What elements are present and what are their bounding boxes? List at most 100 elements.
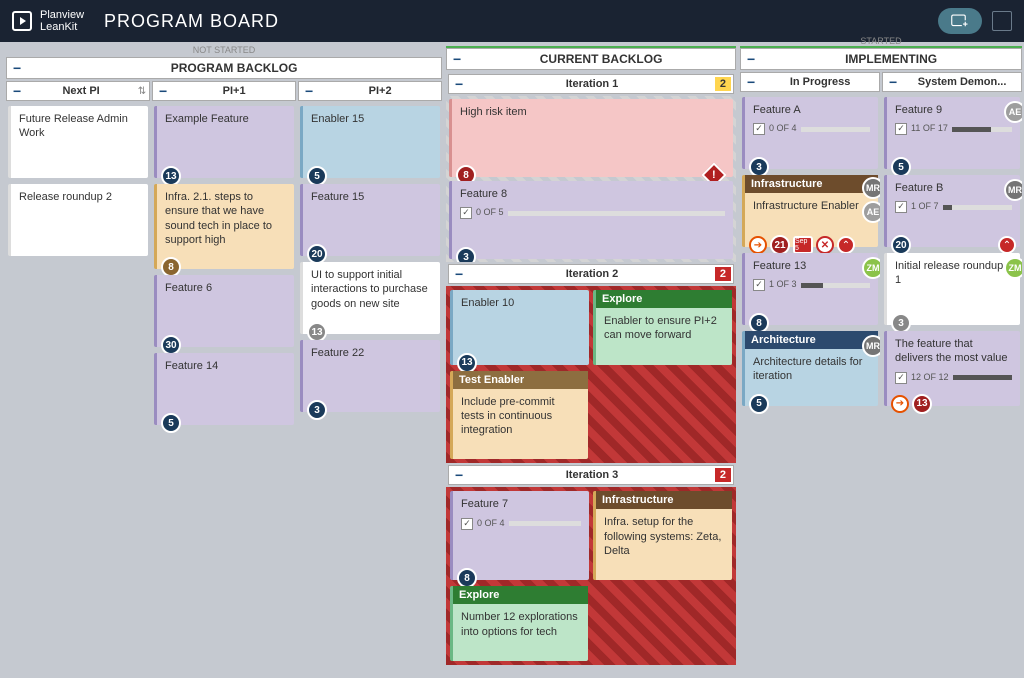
- col-header[interactable]: − System Demon...: [882, 72, 1022, 92]
- chevron-up-icon: ⌃: [837, 236, 855, 254]
- checkbox-icon: ✓: [461, 518, 473, 530]
- card-explore2[interactable]: Explore Number 12 explorations into opti…: [450, 586, 588, 661]
- col-system-demo: − System Demon... AE Feature 9 ✓11 OF 17…: [882, 72, 1022, 678]
- checkbox-icon: ✓: [895, 372, 907, 384]
- col-pi2: − PI+2 Enabler 15 5 Feature 15 20 UI to …: [298, 81, 442, 678]
- card-header: Architecture: [745, 331, 878, 349]
- card-feature9[interactable]: AE Feature 9 ✓11 OF 17 5: [884, 97, 1020, 169]
- board-title: PROGRAM BOARD: [104, 11, 279, 32]
- card-feature13[interactable]: ZM Feature 13 ✓1 OF 3 8: [742, 253, 878, 325]
- lane-implementing: STARTED − IMPLEMENTING − In Progress Fea…: [738, 46, 1024, 678]
- count-badge: 20: [891, 235, 911, 255]
- checkbox-icon: ✓: [753, 123, 765, 135]
- collapse-icon[interactable]: −: [447, 51, 467, 67]
- brand-logo[interactable]: Planview LeanKit: [12, 9, 84, 33]
- checkbox-icon: ✓: [460, 207, 472, 219]
- card-architecture[interactable]: Architecture MR Architecture details for…: [742, 331, 878, 406]
- card-high-risk[interactable]: High risk item 8 !: [449, 99, 733, 177]
- lane-status-label: STARTED: [740, 36, 1022, 48]
- stop-icon: ✕: [816, 236, 834, 254]
- lane-current-backlog: − CURRENT BACKLOG − Iteration 1 2 High r…: [444, 46, 738, 678]
- card-infra-setup[interactable]: Infrastructure Infra. setup for the foll…: [593, 491, 732, 580]
- collapse-icon[interactable]: −: [7, 60, 27, 76]
- card-initial-release[interactable]: ZM Initial release roundup 1 3: [884, 253, 1020, 325]
- chevron-up-icon: ⌃: [998, 236, 1016, 254]
- col-header[interactable]: − Next PI ⇅: [6, 81, 150, 101]
- card-infra21[interactable]: Infra. 2.1. steps to ensure that we have…: [154, 184, 294, 269]
- col-header[interactable]: − PI+2: [298, 81, 442, 101]
- count-badge: 3: [456, 247, 476, 262]
- card-enabler15[interactable]: Enabler 15 5: [300, 106, 440, 178]
- sort-icon[interactable]: ⇅: [135, 86, 149, 97]
- count-badge: 13: [161, 166, 181, 186]
- play-logo-icon: [12, 11, 32, 31]
- avatar: MR: [1004, 179, 1022, 201]
- card-infra-enabler[interactable]: Infrastructure Infrastructure Enabler MR…: [742, 175, 878, 247]
- count-badge: 13: [912, 394, 932, 414]
- col-in-progress: − In Progress Feature A ✓0 OF 4 3 Infras…: [740, 72, 880, 678]
- card-feature15[interactable]: Feature 15 20: [300, 184, 440, 256]
- card-release-roundup[interactable]: Release roundup 2: [8, 184, 148, 256]
- sublane-iter3[interactable]: − Iteration 3 2: [448, 465, 734, 485]
- collapse-icon[interactable]: −: [299, 83, 319, 99]
- card-header: Infrastructure: [745, 175, 878, 193]
- col-header[interactable]: − PI+1: [152, 81, 296, 101]
- sublane-iter1[interactable]: − Iteration 1 2: [448, 74, 734, 94]
- add-card-button[interactable]: [938, 8, 982, 34]
- count-badge: 13: [457, 353, 477, 373]
- collapse-icon[interactable]: −: [449, 266, 469, 282]
- card-ui-support[interactable]: UI to support initial interactions to pu…: [300, 262, 440, 334]
- collapse-icon[interactable]: −: [153, 83, 173, 99]
- checkbox-icon: ✓: [895, 201, 907, 213]
- lane-header-current[interactable]: − CURRENT BACKLOG: [446, 48, 736, 70]
- lane-header-implementing[interactable]: − IMPLEMENTING: [740, 48, 1022, 70]
- count-badge: 5: [161, 413, 181, 433]
- card-feature14[interactable]: Feature 14 5: [154, 353, 294, 425]
- count-badge: 3: [307, 400, 327, 420]
- card-explore[interactable]: Explore Enabler to ensure PI+2 can move …: [593, 290, 732, 365]
- collapse-icon[interactable]: −: [741, 51, 761, 67]
- brand-text: Planview LeanKit: [40, 9, 84, 33]
- collapse-icon[interactable]: −: [883, 74, 903, 90]
- count-badge: 21: [770, 235, 790, 255]
- wip-badge: 2: [715, 77, 731, 91]
- collapse-icon[interactable]: −: [449, 467, 469, 483]
- lane-status-label: NOT STARTED: [6, 45, 442, 57]
- avatar: MR: [862, 335, 880, 357]
- date-badge: Sep 5: [793, 236, 813, 254]
- checkbox-icon: ✓: [895, 123, 907, 135]
- card-feature22[interactable]: Feature 22 3: [300, 340, 440, 412]
- checkbox-icon: ✓: [753, 279, 765, 291]
- card-featureB[interactable]: MR Feature B ✓1 OF 7 20 ⌃: [884, 175, 1020, 247]
- card-featureA[interactable]: Feature A ✓0 OF 4 3: [742, 97, 878, 169]
- card-feature7[interactable]: Feature 7 ✓0 OF 4 8: [450, 491, 589, 580]
- col-next-pi: − Next PI ⇅ Future Release Admin Work Re…: [6, 81, 150, 678]
- board: NOT STARTED − PROGRAM BACKLOG − Next PI …: [0, 42, 1024, 678]
- card-feature6[interactable]: Feature 6 30: [154, 275, 294, 347]
- collapse-icon[interactable]: −: [741, 74, 761, 90]
- card-header: Infrastructure: [596, 491, 732, 509]
- card-header: Explore: [596, 290, 732, 308]
- count-badge: 3: [891, 313, 911, 333]
- card-future-release[interactable]: Future Release Admin Work: [8, 106, 148, 178]
- card-feature8[interactable]: Feature 8 ✓0 OF 5 3: [449, 181, 733, 259]
- collapse-icon[interactable]: −: [449, 76, 469, 92]
- avatar: ZM: [862, 257, 880, 279]
- card-deliver-value[interactable]: The feature that delivers the most value…: [884, 331, 1020, 406]
- col-header[interactable]: − In Progress: [740, 72, 880, 92]
- lane-program-backlog: NOT STARTED − PROGRAM BACKLOG − Next PI …: [4, 46, 444, 678]
- lane-header-backlog[interactable]: − PROGRAM BACKLOG: [6, 57, 442, 79]
- card-enabler10[interactable]: Enabler 10 13: [450, 290, 589, 365]
- card-header: Explore: [453, 586, 588, 604]
- card-header: Test Enabler: [453, 371, 588, 389]
- count-badge: 3: [749, 157, 769, 177]
- layout-icon[interactable]: [992, 11, 1012, 31]
- count-badge: 5: [307, 166, 327, 186]
- collapse-icon[interactable]: −: [7, 83, 27, 99]
- sublane-iter2[interactable]: − Iteration 2 2: [448, 264, 734, 284]
- card-test-enabler[interactable]: Test Enabler Include pre-commit tests in…: [450, 371, 588, 460]
- count-badge: 5: [749, 394, 769, 414]
- avatar: AE: [862, 201, 880, 223]
- card-example-feature[interactable]: Example Feature 13: [154, 106, 294, 178]
- count-badge: 8: [161, 257, 181, 277]
